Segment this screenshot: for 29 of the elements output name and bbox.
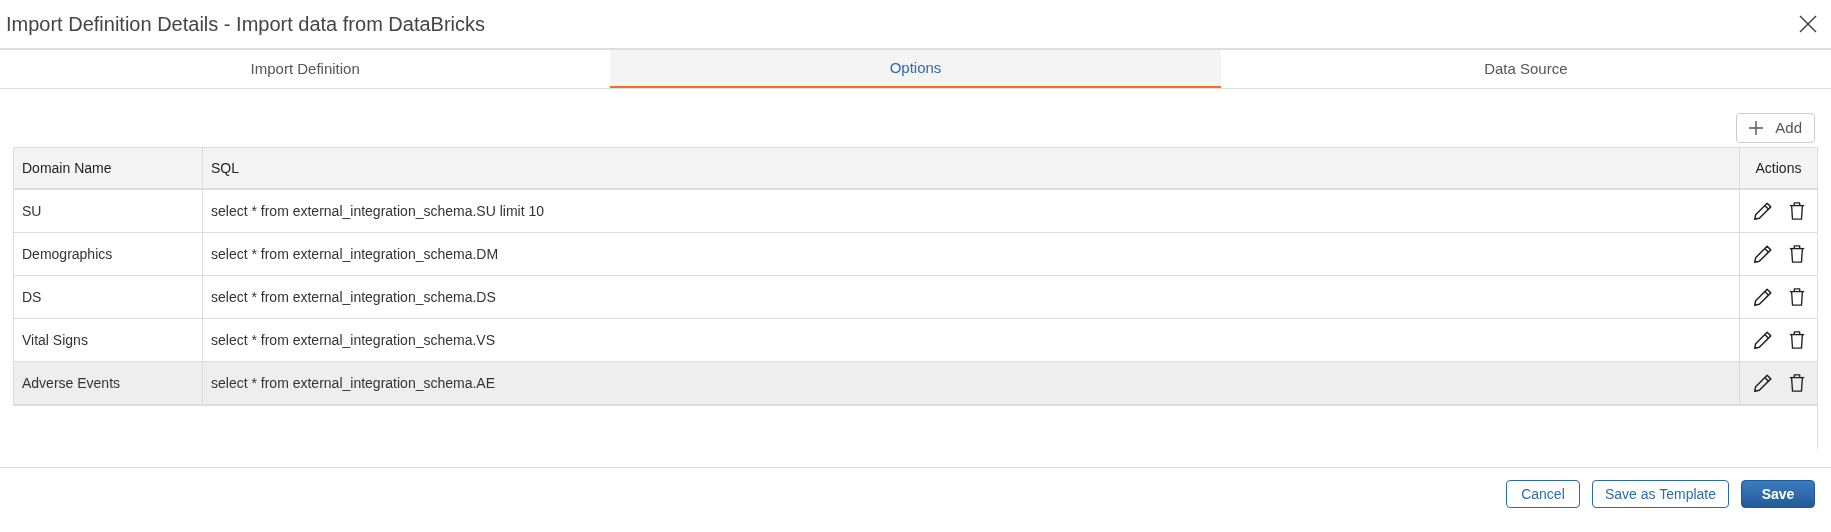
footer-button[interactable]: Save as Template xyxy=(1591,480,1729,508)
plus-icon xyxy=(1749,121,1764,135)
table-cell: select * from external_integration_schema.AE xyxy=(202,362,1739,405)
save-button[interactable]: Save xyxy=(1741,480,1815,508)
tab[interactable]: Import Definition xyxy=(0,50,611,88)
pencil-icon[interactable] xyxy=(1751,200,1774,222)
trash-icon[interactable] xyxy=(1787,287,1806,307)
column-header: Actions xyxy=(1739,148,1817,190)
pencil-icon[interactable] xyxy=(1751,243,1774,265)
trash-icon[interactable] xyxy=(1787,201,1806,221)
close-icon[interactable] xyxy=(1799,15,1817,33)
add-button[interactable]: Add xyxy=(1736,113,1815,143)
footer-button[interactable]: Cancel xyxy=(1505,480,1580,508)
table-cell: Adverse Events xyxy=(14,362,202,405)
tab[interactable]: Data Source xyxy=(1220,50,1831,88)
table-cell: select * from external_integration_schema.SU limit 10 xyxy=(202,190,1739,233)
column-header: Domain Name xyxy=(14,148,202,190)
pencil-icon[interactable] xyxy=(1751,286,1774,308)
pencil-icon[interactable] xyxy=(1751,372,1774,394)
table-cell: select * from external_integration_schema.VS xyxy=(202,319,1739,362)
column-header: SQL xyxy=(202,148,1739,190)
dialog-title: Import Definition Details - Import data from DataBricks xyxy=(6,12,486,37)
trash-icon[interactable] xyxy=(1787,244,1806,264)
table-cell: select * from external_integration_schema.DS xyxy=(202,276,1739,319)
pencil-icon[interactable] xyxy=(1751,329,1774,351)
trash-icon[interactable] xyxy=(1787,330,1806,350)
trash-icon[interactable] xyxy=(1787,373,1806,393)
table-cell: select * from external_integration_schema.DM xyxy=(202,233,1739,276)
tab[interactable]: Options xyxy=(610,50,1221,88)
